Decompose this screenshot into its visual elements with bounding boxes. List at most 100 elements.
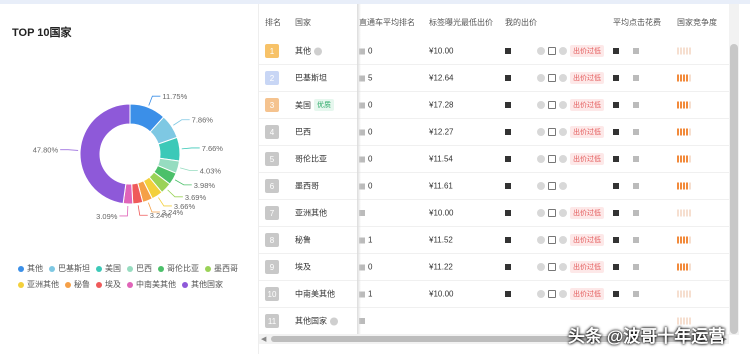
competition-bar [680,101,682,109]
loading-icon [537,236,545,244]
table-row: 4 巴西 0 ¥12.27 出价过低 [259,119,729,146]
masked-value [505,237,511,243]
competition-bar [677,263,679,271]
country-name: 亚洲其他 [295,208,327,218]
legend-label: 墨西哥 [214,264,238,273]
masked-value [633,102,639,108]
info-icon[interactable] [559,155,567,163]
country-name: 墨西哥 [295,181,319,191]
country-name: 其他国家 [295,316,327,326]
legend-item[interactable]: 中南美其他 [127,279,176,290]
table-header: 排名 国家 直通车平均排名 标签曝光最低出价 我的出价 平均点击花费 国家竞争度 [259,4,729,36]
avg-rank-value: 0 [368,154,373,164]
masked-value [613,264,619,270]
competition-bar [686,290,688,298]
header-my-bid[interactable]: 我的出价 [505,17,537,28]
legend-label: 亚洲其他 [27,280,59,289]
legend-item[interactable]: 哥伦比亚 [158,263,199,274]
country-name: 巴基斯坦 [295,73,327,83]
legend-item[interactable]: 其他 [18,263,43,274]
country-name: 哥伦比亚 [295,154,327,164]
competition-bar [677,128,679,136]
edit-icon[interactable] [548,182,556,190]
legend-item[interactable]: 秘鲁 [65,279,90,290]
legend-dot-icon [18,265,24,272]
competition-bar [686,101,688,109]
competition-indicator [677,128,691,136]
legend-item[interactable]: 亚洲其他 [18,279,59,290]
info-icon[interactable] [559,182,567,190]
competition-bar [686,74,688,82]
pie-slice-10[interactable] [79,103,131,205]
edit-icon[interactable] [548,209,556,217]
label-leader-line [181,147,200,150]
avg-rank-value: 0 [368,181,373,191]
competition-indicator [677,155,691,163]
table-row: 9 埃及 0 ¥11.22 出价过低 [259,254,729,281]
header-rank[interactable]: 排名 [265,17,281,28]
rank-badge: 8 [265,233,279,247]
edit-icon[interactable] [548,155,556,163]
header-avg-click-cost[interactable]: 平均点击花费 [613,17,661,28]
competition-bar [683,209,685,217]
country-name: 秘鲁 [295,235,311,245]
info-icon[interactable] [330,317,338,325]
info-icon[interactable] [559,74,567,82]
legend-item[interactable]: 墨西哥 [205,263,238,274]
avg-rank-value: 1 [368,235,373,245]
edit-icon[interactable] [548,101,556,109]
min-bid-value: ¥10.00 [429,46,454,56]
competition-bar [683,182,685,190]
competition-indicator [677,74,691,82]
header-avg-rank[interactable]: 直通车平均排名 [359,17,415,28]
legend-dot-icon [158,265,164,272]
info-icon[interactable] [559,128,567,136]
pie-data-label: 3.98% [194,181,216,190]
vertical-scroll-thumb[interactable] [730,44,738,334]
legend-item[interactable]: 其他国家 [182,279,223,290]
competition-bar [680,155,682,163]
info-icon[interactable] [559,209,567,217]
header-min-bid[interactable]: 标签曝光最低出价 [429,17,493,28]
label-leader-line [180,167,198,171]
edit-icon[interactable] [548,236,556,244]
competition-bar [686,209,688,217]
masked-value [633,183,639,189]
masked-value [613,183,619,189]
legend-dot-icon [65,281,71,288]
label-leader-line [174,179,192,186]
info-icon[interactable] [559,263,567,271]
rank-badge: 2 [265,71,279,85]
masked-value [633,237,639,243]
info-icon[interactable] [559,47,567,55]
info-icon[interactable] [559,290,567,298]
legend-item[interactable]: 巴基斯坦 [49,263,90,274]
legend-item[interactable]: 埃及 [96,279,121,290]
scroll-left-icon[interactable]: ◀ [261,335,266,343]
header-competition[interactable]: 国家竞争度 [677,17,717,28]
edit-icon[interactable] [548,290,556,298]
competition-bar [680,263,682,271]
edit-icon[interactable] [548,263,556,271]
pie-data-label: 3.09% [96,212,118,221]
edit-icon[interactable] [548,74,556,82]
header-country[interactable]: 国家 [295,17,311,28]
masked-value [505,129,511,135]
legend-label: 其他 [27,264,43,273]
info-icon[interactable] [314,47,322,55]
legend-item[interactable]: 美国 [96,263,121,274]
competition-indicator [677,101,691,109]
pie-data-label: 11.75% [162,92,187,101]
masked-value [613,48,619,54]
info-icon[interactable] [559,101,567,109]
edit-icon[interactable] [548,128,556,136]
rank-badge: 1 [265,44,279,58]
vertical-scrollbar[interactable] [729,4,739,335]
info-icon[interactable] [559,236,567,244]
edit-icon[interactable] [548,47,556,55]
loading-icon [537,290,545,298]
legend-item[interactable]: 巴西 [127,263,152,274]
rank-badge: 7 [265,206,279,220]
masked-value [613,75,619,81]
rank-badge: 11 [265,314,279,328]
